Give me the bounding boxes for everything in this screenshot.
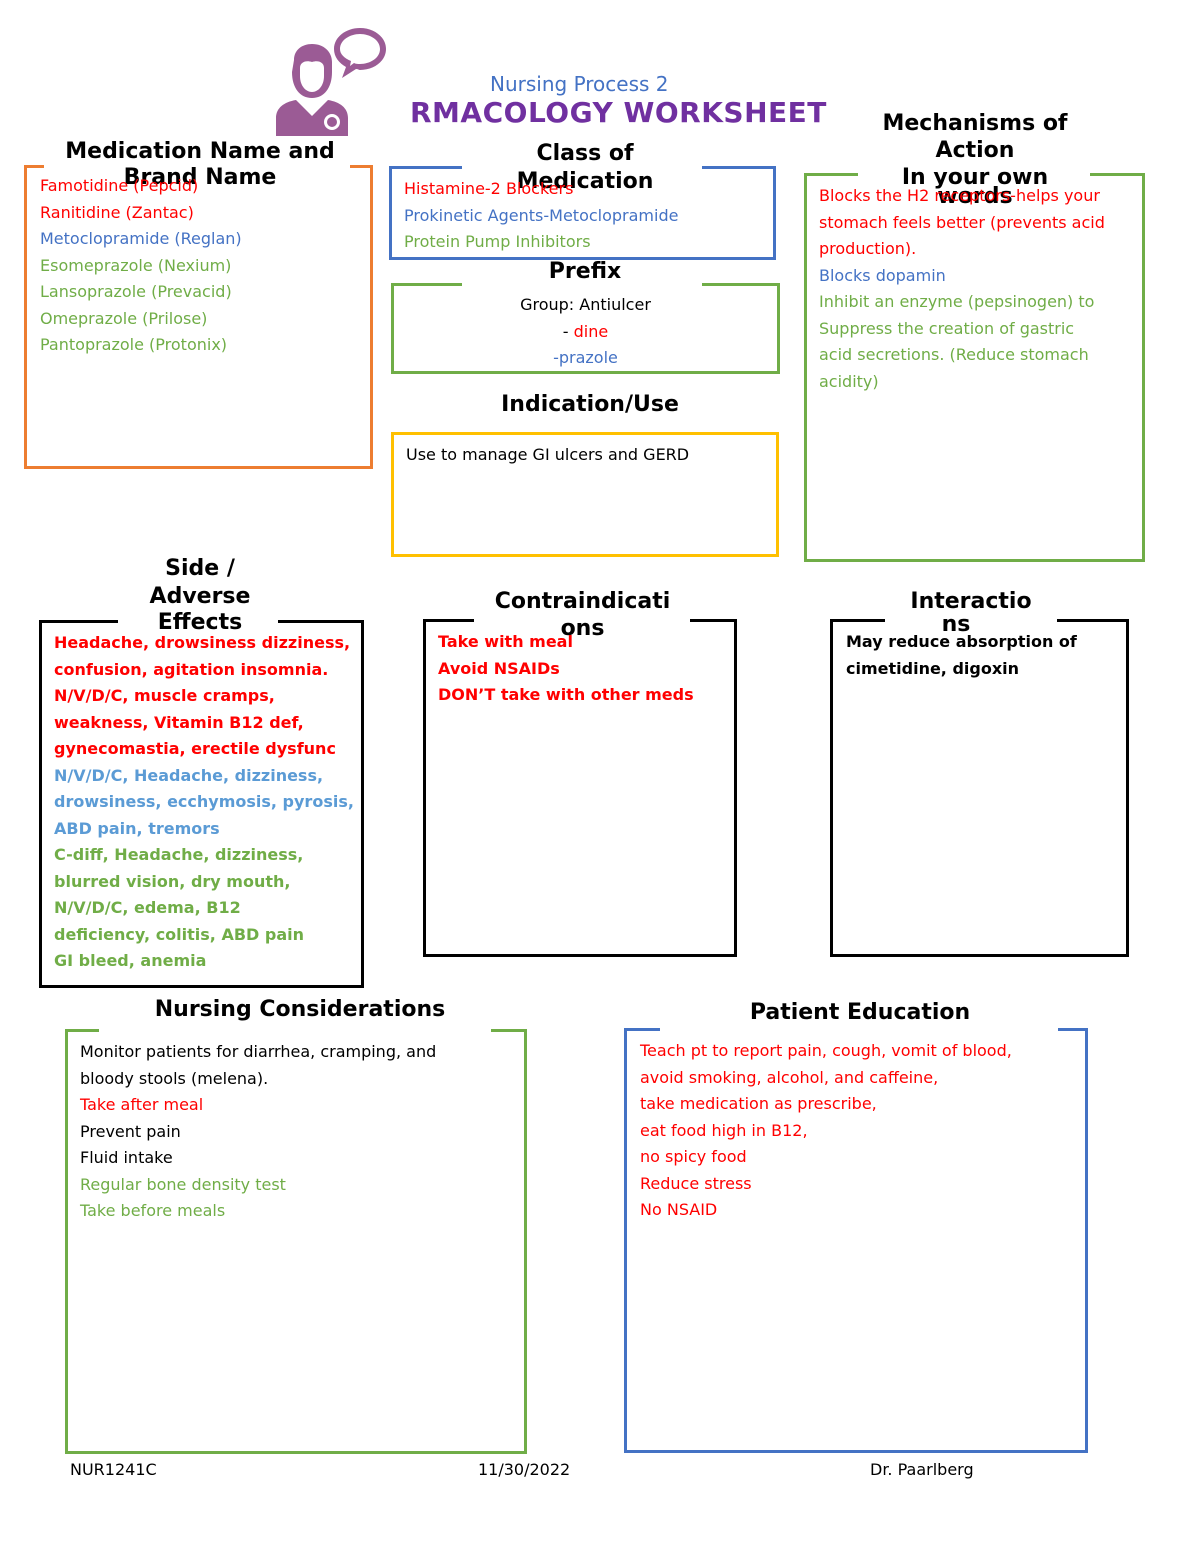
heading-line: Mechanisms of [882,111,1068,136]
suffix: dine [573,321,609,341]
list-item: Headache, drowsiness dizziness, [54,633,351,652]
medication-list: Famotidine (Pepcid) Ranitidine (Zantac) … [40,173,242,359]
list-item: Blocks the H2 receptors-helps your [819,186,1100,205]
footer-date: 11/30/2022 [478,1460,571,1479]
prefix-heading: Prefix [548,259,622,284]
indication-text: Use to manage GI ulcers and GERD [406,445,690,464]
list-item: DON’T take with other meds [438,685,694,704]
list-item: Prevent pain [80,1121,181,1141]
list-item: C-diff, Headache, dizziness, [54,845,304,864]
list-item: cimetidine, digoxin [846,658,1020,678]
list-item: drowsiness, ecchymosis, pyrosis, [54,792,354,811]
list-item: deficiency, colitis, ABD pain [54,924,304,944]
prefix-content: Group: Antiulcer - dine -prazole [391,292,780,372]
list-item: blurred vision, dry mouth, [54,871,291,891]
footer-instructor: Dr. Paarlberg [870,1460,974,1479]
list-item: Esomeprazole (Nexium) [40,255,232,275]
footer-course: NUR1241C [70,1460,157,1479]
list-item: Reduce stress [640,1173,752,1193]
list-item: Inhibit an enzyme (pepsinogen) to [819,292,1095,311]
education-list: Teach pt to report pain, cough, vomit of… [640,1038,1012,1224]
list-item: Ranitidine (Zantac) [40,202,194,222]
list-item: N/V/D/C, edema, B12 [54,898,241,917]
list-item: Take after meal [80,1095,204,1114]
list-item: Fluid intake [80,1148,173,1167]
list-item: May reduce absorption of [846,632,1077,651]
list-item: acid secretions. (Reduce stomach [819,345,1089,364]
nurse-speech-bubble-icon [276,28,386,136]
class-list: Histamine-2 Blockers Prokinetic Agents-M… [404,176,678,256]
prefix-suffix-prazole: -prazole [553,348,618,367]
list-item: N/V/D/C, muscle cramps, [54,686,275,705]
list-item: Avoid NSAIDs [438,658,560,678]
list-item: Regular bone density test [80,1174,286,1194]
nursing-heading: Nursing Considerations [154,997,446,1022]
list-item: bloody stools (melena). [80,1068,269,1088]
list-item: no spicy food [640,1147,747,1166]
list-item: Teach pt to report pain, cough, vomit of… [640,1041,1012,1060]
list-item: Omeprazole (Prilose) [40,308,208,328]
nurse-logo [272,22,397,137]
heading-line: Contraindicati [494,589,671,614]
side-effects-heading: Side / Adverse Effects [100,555,300,637]
heading-line: Interactio [910,589,1032,614]
list-item: take medication as prescribe, [640,1094,877,1113]
education-heading: Patient Education [749,1000,971,1025]
indication-heading: Indication/Use [501,392,679,417]
list-item: avoid smoking, alcohol, and caffeine, [640,1067,939,1087]
list-item: Prokinetic Agents-Metoclopramide [404,205,679,225]
list-item: Take with meal [438,632,573,651]
list-item: Histamine-2 Blockers [404,179,574,198]
subtitle: Nursing Process 2 [490,72,669,96]
list-item: Blocks dopamin [819,265,946,285]
list-item: acidity) [819,371,879,391]
list-item: Lansoprazole (Prevacid) [40,282,232,301]
list-item: Take before meals [80,1201,226,1220]
list-item: N/V/D/C, Headache, dizziness, [54,765,324,785]
heading-line: Action [935,138,1015,163]
list-item: Metoclopramide (Reglan) [40,229,242,248]
list-item: stomach feels better (prevents acid [819,212,1105,232]
list-item: weakness, Vitamin B12 def, [54,712,304,732]
heading-line: Class of [536,141,634,166]
heading-line: Side / [165,556,235,581]
prefix-suffix-dine: - dine [391,319,780,346]
list-item: Suppress the creation of gastric [819,318,1075,338]
interactions-list: May reduce absorption of cimetidine, dig… [846,629,1077,682]
side-effects-list: Headache, drowsiness dizziness, confusio… [54,630,354,975]
list-item: GI bleed, anemia [54,951,207,970]
list-item: Monitor patients for diarrhea, cramping,… [80,1042,437,1061]
list-item: Pantoprazole (Protonix) [40,335,228,354]
list-item: Protein Pump Inhibitors [404,232,591,251]
dash: - [562,321,574,341]
list-item: gynecomastia, erectile dysfunc [54,739,336,758]
heading-line: Medication Name and [65,139,335,164]
list-item: ABD pain, tremors [54,818,220,838]
contraindications-list: Take with meal Avoid NSAIDs DON’T take w… [438,629,694,709]
heading-line: Adverse [149,584,251,609]
list-item: confusion, agitation insomnia. [54,659,329,679]
page-title: RMACOLOGY WORKSHEET [410,96,827,129]
prefix-group: Group: Antiulcer [520,295,651,314]
list-item: No NSAID [640,1200,718,1219]
list-item: Famotidine (Pepcid) [40,176,199,195]
list-item: eat food high in B12, [640,1120,808,1140]
list-item: production). [819,239,917,258]
nursing-list: Monitor patients for diarrhea, cramping,… [80,1039,436,1225]
mechanism-list: Blocks the H2 receptors-helps your stoma… [819,183,1105,395]
